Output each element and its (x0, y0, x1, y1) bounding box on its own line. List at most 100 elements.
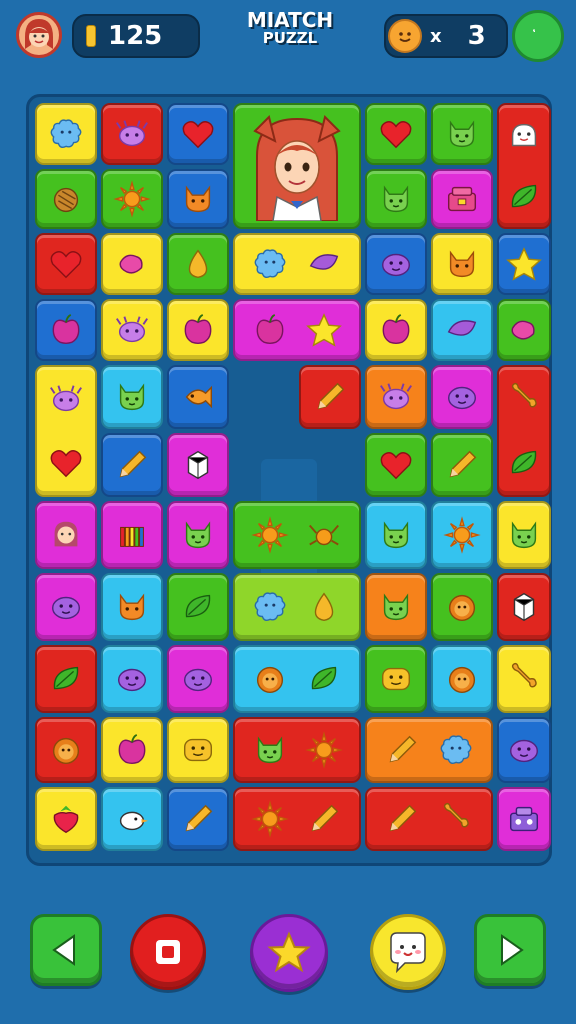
tile-fluff-pear[interactable] (233, 573, 361, 641)
tile-candy-2[interactable] (497, 299, 551, 361)
bone-icon (505, 380, 543, 418)
tile-heart[interactable] (167, 103, 229, 165)
tile-pear[interactable] (167, 233, 229, 295)
apple-icon (251, 311, 289, 349)
back-button[interactable] (30, 914, 102, 986)
tile-girl-portrait[interactable] (233, 103, 361, 229)
tile-blob-4[interactable] (101, 645, 163, 713)
chest-icon (443, 180, 481, 218)
tile-heart-3[interactable] (365, 433, 427, 497)
smiley-face-icon (388, 19, 422, 53)
tile-leaf-2[interactable] (35, 645, 97, 713)
tile-fox[interactable] (167, 169, 229, 229)
tile-fluff-leaf[interactable] (233, 233, 361, 295)
star-icon (305, 311, 343, 349)
tile-star[interactable] (497, 233, 551, 295)
tile-blob-5[interactable] (167, 645, 229, 713)
tile-fox-3[interactable] (101, 573, 163, 641)
score-display: 125 (72, 14, 200, 58)
tile-pencil-3[interactable] (167, 787, 229, 851)
ghost-icon (505, 117, 543, 155)
nut-icon (47, 180, 85, 218)
tile-dice[interactable] (167, 433, 229, 497)
tile-candy[interactable] (101, 233, 163, 295)
sun-icon (251, 516, 289, 554)
star-button[interactable] (250, 914, 328, 992)
tile-blob-6[interactable] (497, 717, 551, 783)
tile-lion[interactable] (431, 573, 493, 641)
tile-bird[interactable] (101, 787, 163, 851)
candy-icon (113, 245, 151, 283)
tile-pencil-fluff[interactable] (365, 717, 493, 783)
tile-cat-sun[interactable] (233, 717, 361, 783)
tile-pineapple-leaf[interactable] (233, 645, 361, 713)
tile-radio[interactable] (497, 787, 551, 851)
tile-blob[interactable] (365, 233, 427, 295)
tile-apple-star[interactable] (233, 299, 361, 361)
tile-face-2[interactable] (167, 717, 229, 783)
tile-bug-heart[interactable] (35, 365, 97, 497)
tile-sun-2[interactable] (431, 501, 493, 569)
tile-pencil-bone[interactable] (365, 787, 493, 851)
tile-bug[interactable] (101, 103, 163, 165)
tile-banana[interactable] (497, 645, 551, 713)
tile-cat[interactable] (431, 103, 493, 165)
tile-cat-7[interactable] (365, 573, 427, 641)
tile-pencil-2[interactable] (431, 433, 493, 497)
tile-lion-2[interactable] (431, 645, 493, 713)
tile-fluff[interactable] (35, 103, 97, 165)
tile-green-heart[interactable] (365, 103, 427, 165)
tile-bug-2[interactable] (101, 299, 163, 361)
tile-star-crab[interactable] (233, 501, 361, 569)
stop-button[interactable] (130, 914, 206, 990)
forward-button[interactable] (474, 914, 546, 986)
tile-sun-pencil[interactable] (233, 787, 361, 851)
leaf-icon (47, 660, 85, 698)
tile-cat-5[interactable] (365, 501, 427, 569)
tile-pin[interactable] (101, 433, 163, 497)
tile-leaf[interactable] (167, 573, 229, 641)
tile-cat-2[interactable] (365, 169, 427, 229)
tile-cat-4[interactable] (167, 501, 229, 569)
fox-icon (443, 245, 481, 283)
tile-sun[interactable] (101, 169, 163, 229)
candy-icon (505, 311, 543, 349)
tile-face[interactable] (365, 645, 427, 713)
tile-pencil[interactable] (299, 365, 361, 429)
tile-bone-leaf[interactable] (497, 365, 551, 497)
tile-chest[interactable] (431, 169, 493, 229)
star-icon (505, 245, 543, 283)
pencil-icon (179, 800, 217, 838)
tile-bug-3[interactable] (365, 365, 427, 429)
tile-heart-2[interactable] (35, 233, 97, 295)
tile-blob-2[interactable] (431, 365, 493, 429)
tile-apple-4[interactable] (101, 717, 163, 783)
tile-apple-3[interactable] (365, 299, 427, 361)
tile-apple[interactable] (35, 299, 97, 361)
tile-cat-3[interactable] (101, 365, 163, 429)
menu-button[interactable]: ҅҅҅ (512, 10, 564, 62)
fluff-icon (437, 731, 475, 769)
tile-lion-3[interactable] (35, 717, 97, 783)
tile-fox-2[interactable] (431, 233, 493, 295)
tile-crayons[interactable] (101, 501, 163, 569)
tile-girl-mini[interactable] (35, 501, 97, 569)
tile-cactus[interactable] (431, 299, 493, 361)
tile-apple-2[interactable] (167, 299, 229, 361)
pencil-icon (305, 800, 343, 838)
tile-ghost-leaf[interactable] (497, 103, 551, 229)
score-value: 125 (108, 21, 163, 51)
lion-icon (251, 660, 289, 698)
fluff-icon (251, 588, 289, 626)
cup-icon (113, 516, 151, 554)
bird-icon (113, 800, 151, 838)
tile-cube[interactable] (497, 573, 551, 641)
player-avatar-icon[interactable] (16, 12, 62, 58)
tile-strawberry[interactable] (35, 787, 97, 851)
tile-nut[interactable] (35, 169, 97, 229)
tile-blob-3[interactable] (35, 573, 97, 641)
tile-cat-6[interactable] (497, 501, 551, 569)
heart-icon (47, 444, 85, 482)
tile-fish[interactable] (167, 365, 229, 429)
chat-button[interactable] (370, 914, 446, 990)
